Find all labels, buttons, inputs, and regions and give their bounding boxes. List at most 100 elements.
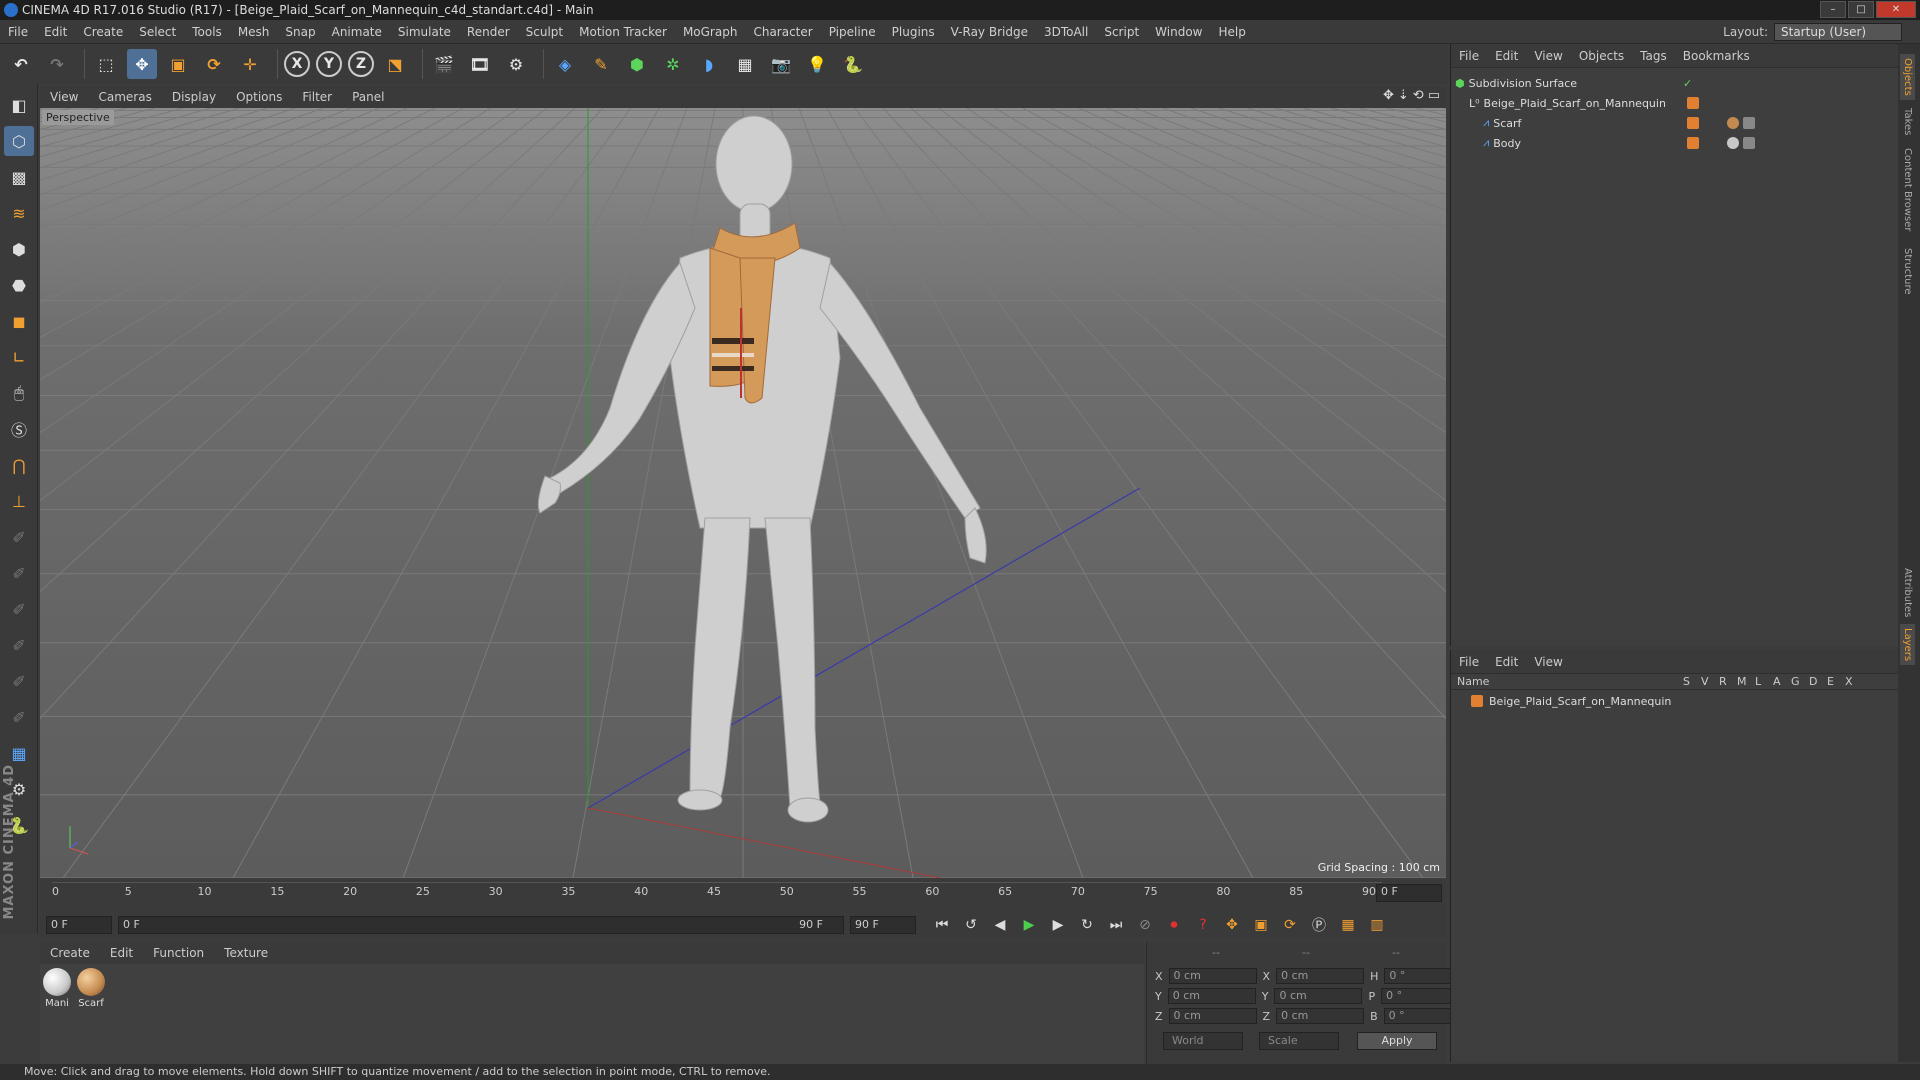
viewport-move-icon[interactable]: ✥ xyxy=(1383,88,1394,103)
layer-column-e[interactable]: E xyxy=(1827,675,1845,688)
side-tab-content-browser[interactable]: Content Browser xyxy=(1900,144,1915,235)
texture-mode-icon[interactable]: ▩ xyxy=(4,162,34,192)
menu-v-ray-bridge[interactable]: V-Ray Bridge xyxy=(943,25,1036,39)
layer-column-x[interactable]: X xyxy=(1845,675,1863,688)
workplane-icon[interactable]: ≋ xyxy=(4,198,34,228)
menu-help[interactable]: Help xyxy=(1210,25,1253,39)
perspective-viewport[interactable]: Perspective Grid Spacing : 100 cm xyxy=(40,108,1446,878)
material-mannequin[interactable]: Mani xyxy=(42,968,72,1009)
objects-menu-tags[interactable]: Tags xyxy=(1632,49,1675,63)
layer-column-m[interactable]: M xyxy=(1737,675,1755,688)
viewport-rotate-icon[interactable]: ⟲ xyxy=(1413,88,1424,103)
material-menu-texture[interactable]: Texture xyxy=(214,946,278,960)
y-axis-lock-icon[interactable]: Y xyxy=(316,51,342,77)
minimize-button[interactable]: – xyxy=(1820,1,1846,18)
start-frame-field[interactable]: 0 F xyxy=(46,916,112,934)
object-row-group[interactable]: L⁰ Beige_Plaid_Scarf_on_Mannequin xyxy=(1455,94,1895,112)
menu-animate[interactable]: Animate xyxy=(324,25,390,39)
menu-window[interactable]: Window xyxy=(1147,25,1210,39)
camera-icon[interactable]: 📷 xyxy=(766,49,796,79)
workplane-lock-icon[interactable]: ⊥ xyxy=(4,486,34,516)
viewport-menu-cameras[interactable]: Cameras xyxy=(88,90,161,104)
frame-range-slider[interactable]: 0 F 90 F xyxy=(118,916,844,934)
key-parameter-icon[interactable]: Ⓟ xyxy=(1307,914,1331,936)
nurbs-icon[interactable]: ⬢ xyxy=(622,49,652,79)
objects-menu-view[interactable]: View xyxy=(1526,49,1570,63)
autokey-icon[interactable]: ⏺ xyxy=(1162,914,1186,936)
object-row-subdivision[interactable]: ⬢ Subdivision Surface ✓ xyxy=(1455,74,1895,92)
pos-z-field[interactable]: 0 cm xyxy=(1168,1008,1257,1024)
material-menu-create[interactable]: Create xyxy=(40,946,100,960)
object-row-scarf[interactable]: ⩘ Scarf xyxy=(1455,114,1895,132)
layer-row[interactable]: Beige_Plaid_Scarf_on_Mannequin xyxy=(1455,692,1895,710)
objects-menu-bookmarks[interactable]: Bookmarks xyxy=(1675,49,1758,63)
size-y-field[interactable]: 0 cm xyxy=(1274,988,1363,1004)
render-view-icon[interactable]: 🎬 xyxy=(429,49,459,79)
layer-color-swatch[interactable] xyxy=(1471,695,1483,707)
side-tab-attributes[interactable]: Attributes xyxy=(1900,564,1915,621)
goto-start-icon[interactable]: ⏮ xyxy=(930,914,954,936)
render-settings-icon[interactable]: ⚙ xyxy=(501,49,531,79)
menu-3dtoall[interactable]: 3DToAll xyxy=(1036,25,1096,39)
axis-mode-icon[interactable]: ∟ xyxy=(4,342,34,372)
close-button[interactable]: ✕ xyxy=(1876,1,1916,18)
model-mode-icon[interactable]: ⬡ xyxy=(4,126,34,156)
menu-plugins[interactable]: Plugins xyxy=(884,25,943,39)
edges-mode-icon[interactable]: ⬣ xyxy=(4,270,34,300)
viewport-maximize-icon[interactable]: ▭ xyxy=(1428,88,1440,103)
end-frame-field[interactable]: 90 F xyxy=(850,916,916,934)
maximize-button[interactable]: □ xyxy=(1848,1,1874,18)
menu-simulate[interactable]: Simulate xyxy=(390,25,459,39)
sculpt-brush-4-icon[interactable]: ✐ xyxy=(4,630,34,660)
objects-menu-edit[interactable]: Edit xyxy=(1487,49,1526,63)
scale-dropdown[interactable]: Scale xyxy=(1259,1032,1339,1050)
texture-tag-icon[interactable] xyxy=(1743,137,1755,149)
menu-pipeline[interactable]: Pipeline xyxy=(821,25,884,39)
tweak-mode-icon[interactable]: 🖱 xyxy=(4,378,34,408)
points-mode-icon[interactable]: ⬢ xyxy=(4,234,34,264)
sculpt-brush-5-icon[interactable]: ✐ xyxy=(4,666,34,696)
deformer-icon[interactable]: ◗ xyxy=(694,49,724,79)
menu-create[interactable]: Create xyxy=(75,25,131,39)
material-menu-edit[interactable]: Edit xyxy=(100,946,143,960)
goto-end-icon[interactable]: ⏭ xyxy=(1104,914,1128,936)
layer-column-d[interactable]: D xyxy=(1809,675,1827,688)
spline-pen-icon[interactable]: ✎ xyxy=(586,49,616,79)
menu-motion-tracker[interactable]: Motion Tracker xyxy=(571,25,675,39)
array-icon[interactable]: ✲ xyxy=(658,49,688,79)
enabled-check-icon[interactable]: ✓ xyxy=(1683,77,1692,90)
redo-icon[interactable]: ↷ xyxy=(42,49,72,79)
key-pla-icon[interactable]: ▦ xyxy=(1336,914,1360,936)
transform-tool-icon[interactable]: ✛ xyxy=(235,49,265,79)
viewport-menu-options[interactable]: Options xyxy=(226,90,292,104)
layer-column-r[interactable]: R xyxy=(1719,675,1737,688)
light-icon[interactable]: 💡 xyxy=(802,49,832,79)
viewport-menu-view[interactable]: View xyxy=(40,90,88,104)
live-selection-icon[interactable]: ⬚ xyxy=(91,49,121,79)
key-rotation-icon[interactable]: ⟳ xyxy=(1278,914,1302,936)
viewport-menu-display[interactable]: Display xyxy=(162,90,226,104)
z-axis-lock-icon[interactable]: Z xyxy=(348,51,374,77)
sculpt-brush-2-icon[interactable]: ✐ xyxy=(4,558,34,588)
material-tag-icon[interactable] xyxy=(1727,137,1739,149)
record-keys-icon[interactable]: ⊘ xyxy=(1133,914,1157,936)
material-menu-function[interactable]: Function xyxy=(143,946,214,960)
menu-sculpt[interactable]: Sculpt xyxy=(518,25,571,39)
key-position-icon[interactable]: ✥ xyxy=(1220,914,1244,936)
size-z-field[interactable]: 0 cm xyxy=(1276,1008,1365,1024)
undo-icon[interactable]: ↶ xyxy=(6,49,36,79)
menu-snap[interactable]: Snap xyxy=(277,25,323,39)
menu-edit[interactable]: Edit xyxy=(36,25,75,39)
menu-script[interactable]: Script xyxy=(1096,25,1147,39)
key-scale-icon[interactable]: ▣ xyxy=(1249,914,1273,936)
pos-x-field[interactable]: 0 cm xyxy=(1168,968,1257,984)
render-picture-viewer-icon[interactable]: 🎞 xyxy=(465,49,495,79)
play-icon[interactable]: ▶ xyxy=(1017,914,1041,936)
next-key-icon[interactable]: ↻ xyxy=(1075,914,1099,936)
keyframe-selection-icon[interactable]: ? xyxy=(1191,914,1215,936)
current-frame-field[interactable]: 0 F xyxy=(1376,884,1442,902)
make-editable-icon[interactable]: ◧ xyxy=(4,90,34,120)
layer-column-g[interactable]: G xyxy=(1791,675,1809,688)
coordinate-system-icon[interactable]: ⬔ xyxy=(380,49,410,79)
layer-column-l[interactable]: L xyxy=(1755,675,1773,688)
